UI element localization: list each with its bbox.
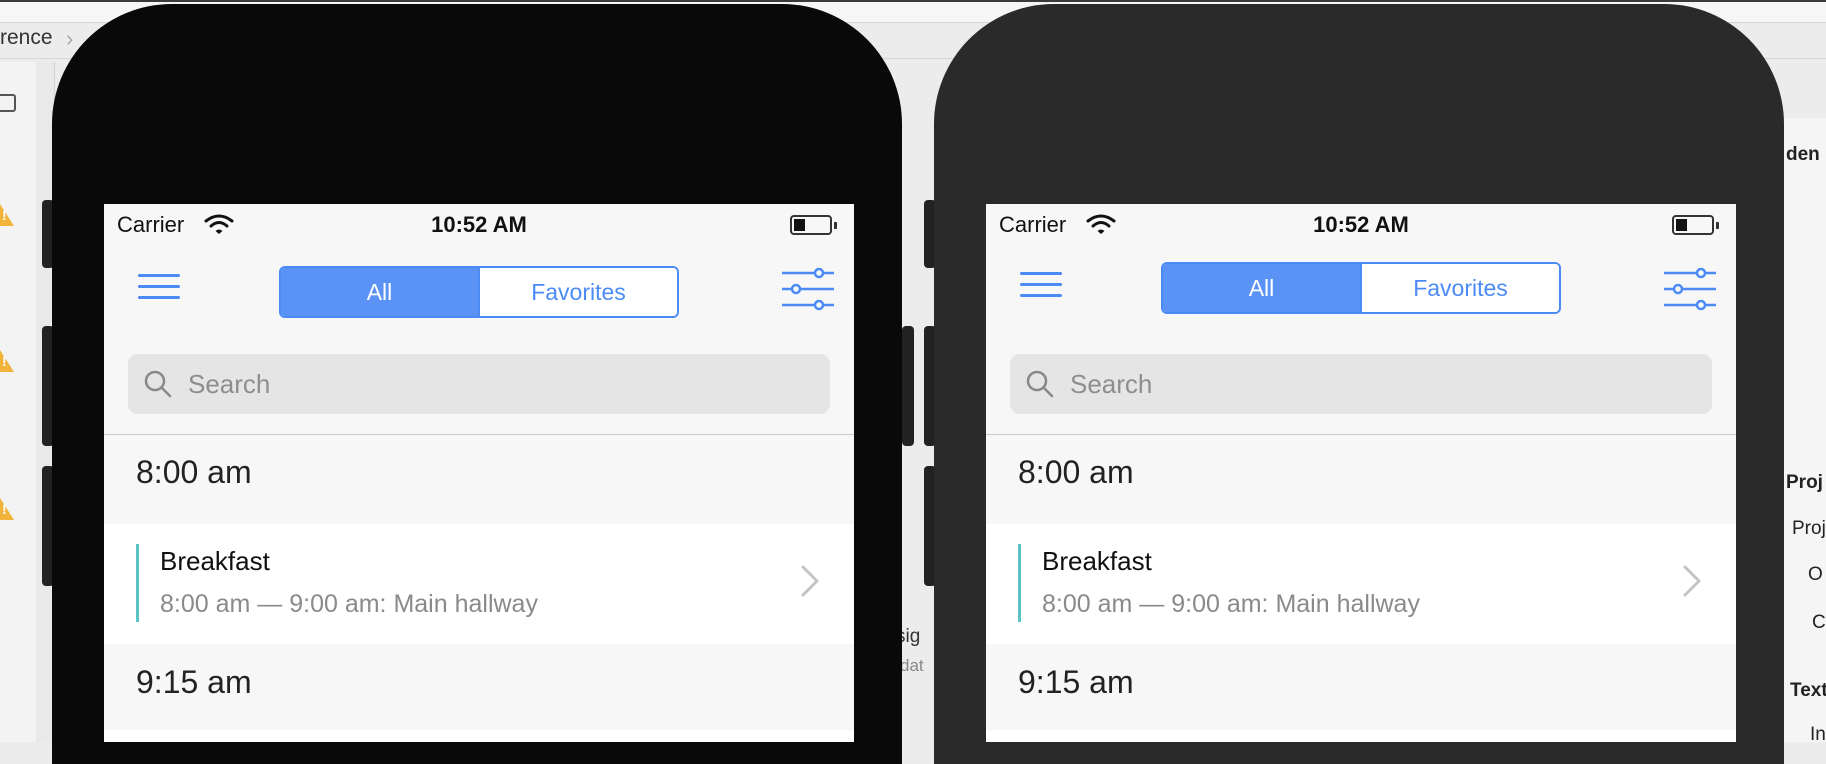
navigator-strip [0, 62, 37, 742]
breadcrumb-chevron-icon: › [66, 26, 74, 51]
document-icon[interactable] [0, 94, 16, 112]
search-input[interactable] [188, 354, 808, 414]
phone-screen: Carrier 10:52 AM All Favorites 8:00 am [986, 204, 1736, 742]
section-header-time: 8:00 am [136, 454, 252, 490]
segment-all[interactable]: All [281, 268, 478, 316]
search-icon [1026, 370, 1054, 398]
event-row[interactable]: Breakfast 8:00 am — 9:00 am: Main hallwa… [986, 524, 1736, 644]
event-row[interactable] [104, 730, 854, 742]
inspector-label: Text [1790, 680, 1826, 701]
event-detail: 8:00 am — 9:00 am: Main hallway [1042, 590, 1420, 618]
filter-sliders-icon[interactable] [780, 266, 836, 312]
segment-all[interactable]: All [1163, 264, 1360, 312]
inspector-panel [1780, 118, 1826, 742]
segmented-control: All Favorites [1161, 262, 1561, 314]
event-detail: 8:00 am — 9:00 am: Main hallway [160, 590, 538, 618]
warning-icon[interactable]: ! [0, 204, 14, 226]
section-header-time: 9:15 am [136, 664, 252, 700]
status-bar: Carrier 10:52 AM [104, 204, 854, 244]
event-color-bar [136, 544, 139, 622]
status-bar: Carrier 10:52 AM [986, 204, 1736, 244]
search-bar [128, 354, 830, 414]
breadcrumb-item[interactable]: rence [0, 26, 53, 50]
chevron-right-icon [801, 565, 819, 597]
search-icon [144, 370, 172, 398]
segment-favorites[interactable]: Favorites [478, 268, 677, 316]
battery-icon [790, 215, 837, 235]
segmented-control: All Favorites [279, 266, 679, 318]
inspector-label: O [1808, 564, 1823, 585]
list-divider [104, 434, 854, 435]
window-edge [0, 0, 1826, 2]
battery-icon [1672, 215, 1719, 235]
filter-sliders-icon[interactable] [1662, 266, 1718, 312]
inspector-label: den [1786, 144, 1820, 165]
hamburger-menu-icon[interactable] [1020, 272, 1064, 302]
list-divider [986, 434, 1736, 435]
chevron-right-icon [1683, 565, 1701, 597]
phone-screen: Carrier 10:52 AM All Favorites 8:00 am [104, 204, 854, 742]
warning-icon[interactable]: ! [0, 498, 14, 520]
inspector-label: C [1812, 612, 1826, 633]
segment-favorites[interactable]: Favorites [1360, 264, 1559, 312]
inspector-label: Proj [1786, 472, 1823, 493]
search-bar [1010, 354, 1712, 414]
inspector-label: Proj [1792, 518, 1826, 539]
event-title: Breakfast [1042, 546, 1152, 576]
device-side-button [902, 326, 914, 446]
warning-icon[interactable]: ! [0, 350, 14, 372]
status-time: 10:52 AM [1313, 212, 1409, 237]
inspector-label: In [1810, 724, 1826, 745]
event-row[interactable] [986, 730, 1736, 742]
event-color-bar [1018, 544, 1021, 622]
section-header-time: 8:00 am [1018, 454, 1134, 490]
inspector-text: dat [900, 656, 924, 675]
status-time: 10:52 AM [431, 212, 527, 237]
hamburger-menu-icon[interactable] [138, 274, 182, 304]
section-header-time: 9:15 am [1018, 664, 1134, 700]
event-row[interactable]: Breakfast 8:00 am — 9:00 am: Main hallwa… [104, 524, 854, 644]
event-title: Breakfast [160, 546, 270, 576]
search-input[interactable] [1070, 354, 1690, 414]
